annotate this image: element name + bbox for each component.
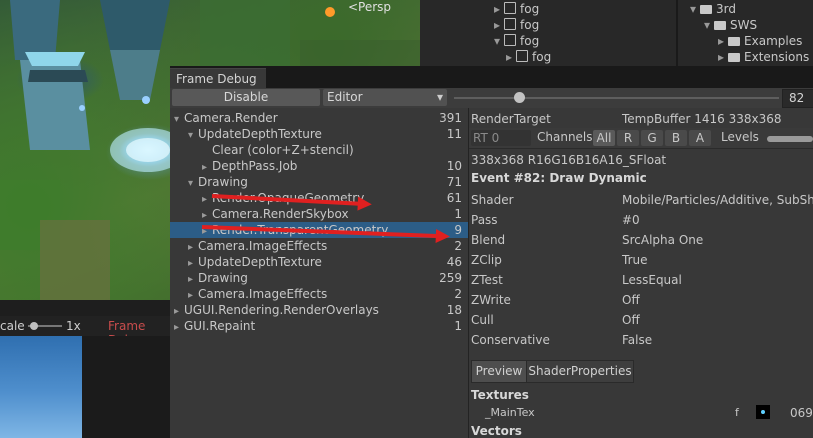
hierarchy-panel: fog fog fog fog 3rd SWS Examples Extensi…: [420, 0, 813, 66]
prop-name: Shader: [471, 193, 514, 207]
prop-value: #0: [622, 213, 640, 227]
channel-b-toggle[interactable]: B: [665, 130, 687, 146]
frame-debugger-window: Frame Debug Disable Editor 82 ▾Camera.Re…: [170, 66, 813, 438]
project-folder-extensions[interactable]: Extensions: [718, 50, 809, 64]
folder-icon: [714, 21, 727, 30]
textures-heading: Textures: [471, 388, 529, 402]
tab-preview[interactable]: Preview: [471, 360, 527, 383]
render-target-value: TempBuffer 1416 338x368: [622, 112, 782, 126]
gameobject-icon: [516, 50, 529, 62]
channel-g-toggle[interactable]: G: [641, 130, 663, 146]
tree-row[interactable]: ▸ Camera.RenderSkybox 1: [170, 206, 468, 222]
prop-name: ZWrite: [471, 293, 511, 307]
tree-row[interactable]: Clear (color+Z+stencil): [170, 142, 468, 158]
panel-divider: [676, 0, 678, 66]
gameobject-icon: [504, 2, 517, 14]
render-target-label: RenderTarget: [471, 112, 551, 126]
event-title: Event #82: Draw Dynamic: [471, 171, 647, 185]
hierarchy-item-fog[interactable]: fog: [494, 18, 539, 32]
texture-value: 069: [790, 406, 813, 420]
tree-row[interactable]: ▸ Camera.ImageEffects 2: [170, 286, 468, 302]
vectors-heading: Vectors: [471, 424, 522, 438]
folder-icon: [700, 5, 713, 14]
texture-flag: f: [735, 406, 739, 419]
project-folder-examples[interactable]: Examples: [718, 34, 802, 48]
scene-toolbar: cale 1x Frame Debu: [0, 316, 170, 347]
frame-debug-toolbar: Disable Editor 82: [170, 88, 813, 109]
scale-label: cale: [0, 319, 25, 333]
prop-value: Mobile/Particles/Additive, SubShader: [622, 193, 813, 207]
details-tabs: Preview ShaderProperties: [469, 360, 813, 383]
event-details: RenderTarget TempBuffer 1416 338x368 RT …: [469, 108, 813, 438]
channel-a-toggle[interactable]: A: [689, 130, 711, 146]
prop-name: ZClip: [471, 253, 502, 267]
channel-r-toggle[interactable]: R: [617, 130, 639, 146]
scale-value: 1x: [66, 319, 81, 333]
texture-name: _MainTex: [485, 406, 535, 419]
hierarchy-item-fog[interactable]: fog: [494, 34, 539, 48]
event-index-field[interactable]: 82: [782, 89, 813, 108]
texture-thumbnail[interactable]: [756, 405, 770, 419]
perspective-label: <Persp: [348, 0, 392, 14]
tree-row[interactable]: ▸ Drawing 259: [170, 270, 468, 286]
event-tree: ▾ Camera.Render 391 ▾ UpdateDepthTexture 11 …: [170, 108, 468, 438]
prop-value: Off: [622, 313, 640, 327]
tab-frame-debug[interactable]: Frame Debug: [170, 68, 266, 89]
channels-label: Channels: [537, 130, 593, 144]
levels-slider[interactable]: [767, 136, 813, 142]
channel-all-toggle[interactable]: All: [593, 130, 615, 146]
tree-row[interactable]: ▸ Camera.ImageEffects 2: [170, 238, 468, 254]
folder-icon: [728, 37, 741, 46]
disable-button[interactable]: Disable: [172, 89, 320, 106]
prop-name: ZTest: [471, 273, 503, 287]
tree-row[interactable]: ▸ UpdateDepthTexture 46: [170, 254, 468, 270]
prop-value: SrcAlpha One: [622, 233, 704, 247]
tree-row[interactable]: ▾ Drawing 71: [170, 174, 468, 190]
folder-icon: [728, 53, 741, 62]
gameobject-icon: [504, 34, 517, 46]
project-folder-3rd[interactable]: 3rd: [690, 2, 736, 16]
prop-name: Conservative: [471, 333, 550, 347]
tree-row[interactable]: ▾ Camera.Render 391: [170, 110, 468, 126]
tree-row[interactable]: ▸ DepthPass.Job 10: [170, 158, 468, 174]
tree-row[interactable]: ▸ UGUI.Rendering.RenderOverlays 18: [170, 302, 468, 318]
game-view-background: [82, 336, 170, 438]
prop-name: Cull: [471, 313, 494, 327]
prop-name: Blend: [471, 233, 506, 247]
tree-row[interactable]: ▸ GUI.Repaint 1: [170, 318, 468, 334]
hierarchy-item-fog[interactable]: fog: [494, 2, 539, 16]
render-target-format: 338x368 R16G16B16A16_SFloat: [471, 153, 667, 167]
target-dropdown[interactable]: Editor: [323, 89, 447, 106]
prop-value: Off: [622, 293, 640, 307]
tab-shader-properties[interactable]: ShaderProperties: [526, 360, 634, 383]
prop-value: LessEqual: [622, 273, 682, 287]
gameobject-icon: [504, 18, 517, 30]
render-target-options: RT 0 Channels All R G B A Levels: [469, 128, 813, 149]
prop-value: True: [622, 253, 648, 267]
levels-label: Levels: [721, 130, 759, 144]
tab-bar: Frame Debug: [170, 66, 813, 89]
event-slider-track[interactable]: [454, 97, 779, 99]
prop-value: False: [622, 333, 653, 347]
hierarchy-item-fog[interactable]: fog: [506, 50, 551, 64]
rt-select[interactable]: RT 0: [471, 130, 531, 146]
event-slider-knob[interactable]: [514, 92, 525, 103]
prop-name: Pass: [471, 213, 498, 227]
game-view-preview: [0, 336, 82, 438]
tree-row[interactable]: ▾ UpdateDepthTexture 11: [170, 126, 468, 142]
scale-slider-knob[interactable]: [30, 322, 38, 330]
project-folder-sws[interactable]: SWS: [704, 18, 757, 32]
